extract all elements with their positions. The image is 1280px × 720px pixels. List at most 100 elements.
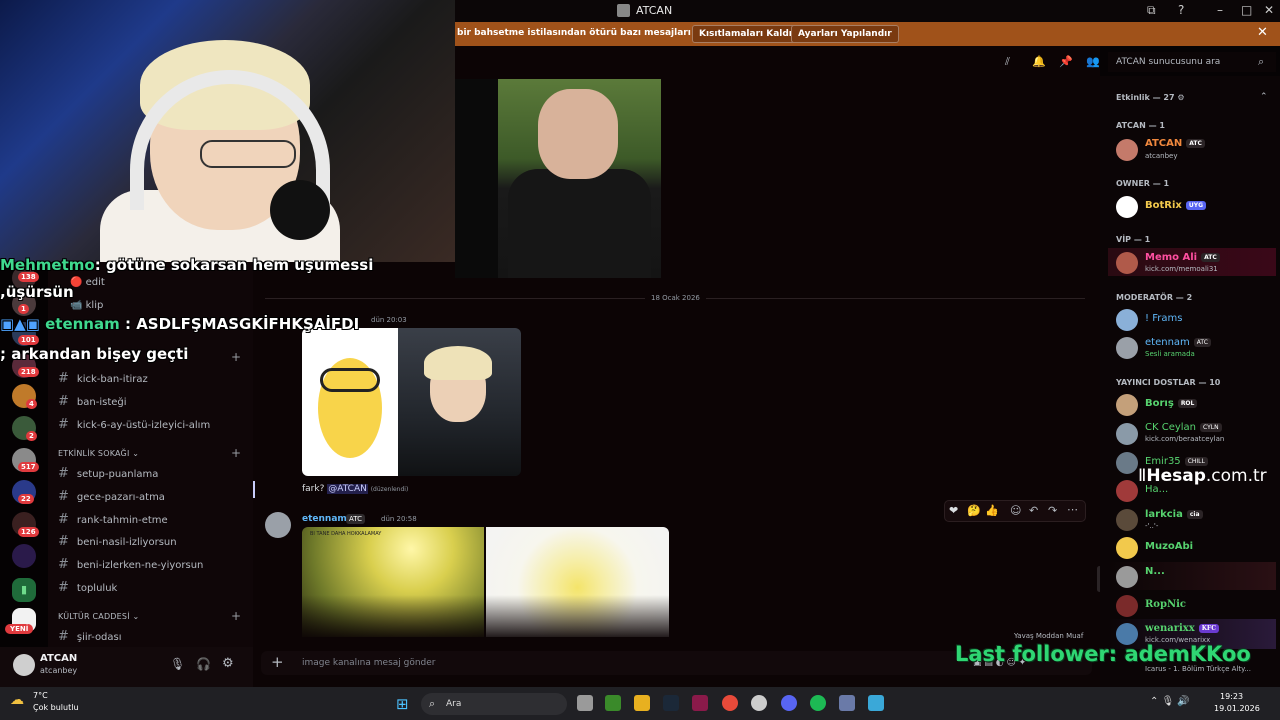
category-kultur[interactable]: KÜLTÜR CADDESİ ⌄ <box>58 612 139 621</box>
member-name[interactable]: Memo Ali ATC <box>1145 252 1220 263</box>
forward-icon[interactable]: ↷ <box>1048 504 1057 517</box>
avatar[interactable] <box>1116 595 1138 617</box>
folder-icon[interactable]: ▮ <box>12 578 36 602</box>
weather-desc[interactable]: Çok bulutlu <box>33 703 79 712</box>
activity-header[interactable]: Etkinlik — 27 ⚙ <box>1116 93 1185 102</box>
windows-start-icon[interactable]: ⊞ <box>396 695 409 713</box>
channel-ban-istegi[interactable]: # ban-isteği <box>58 394 127 409</box>
add-reaction-icon[interactable]: ☺ <box>1010 504 1021 517</box>
channel-kick-ban-itiraz[interactable]: # kick-ban-itiraz <box>58 371 148 386</box>
headphones-icon[interactable]: 🎧 <box>196 657 211 671</box>
server-search[interactable]: ATCAN sunucusunu ara ⌕ <box>1108 52 1276 72</box>
channel-setup-puanlama[interactable]: # setup-puanlama <box>58 466 158 481</box>
pin-icon[interactable]: 📌 <box>1059 55 1073 68</box>
threads-icon[interactable]: ⫽ <box>1005 55 1010 69</box>
search-input[interactable]: Ara <box>446 699 461 709</box>
server-icon[interactable] <box>12 544 36 568</box>
weather-icon[interactable]: ☁ <box>10 692 24 708</box>
avatar[interactable] <box>1116 480 1138 502</box>
channel-rank-tahmin[interactable]: # rank-tahmin-etme <box>58 512 168 527</box>
attachment-image-streamer[interactable] <box>398 328 521 476</box>
channel-kick-6-ay[interactable]: # kick-6-ay-üstü-izleyici-alım <box>58 417 210 432</box>
app-icon[interactable] <box>839 695 855 711</box>
avatar[interactable] <box>1116 337 1138 359</box>
chrome-icon[interactable] <box>722 695 738 711</box>
attachment-image-partial[interactable] <box>455 79 498 278</box>
member-name[interactable]: wenarixx KFC <box>1145 623 1219 634</box>
avatar[interactable] <box>13 654 35 676</box>
screen-share-icon[interactable]: ⧉ <box>1147 3 1156 18</box>
user-mention[interactable]: @ATCAN <box>327 484 368 494</box>
channel-siir-odasi[interactable]: # şiir-odası <box>58 629 122 644</box>
message-input[interactable]: image kanalına mesaj gönder <box>302 658 436 668</box>
file-explorer-icon[interactable] <box>634 695 650 711</box>
app-icon[interactable] <box>692 695 708 711</box>
close-window-icon[interactable]: ✕ <box>1264 3 1274 17</box>
avatar[interactable] <box>1116 452 1138 474</box>
gear-icon[interactable]: ⚙ <box>222 656 234 671</box>
spotify-icon[interactable] <box>810 695 826 711</box>
notepad-icon[interactable] <box>868 695 884 711</box>
add-channel-icon[interactable]: + <box>231 446 241 460</box>
avatar[interactable] <box>1116 423 1138 445</box>
chevron-up-icon[interactable]: ⌃ <box>1260 92 1268 102</box>
system-tray[interactable]: ⌃ 🎙 🔊 <box>1150 696 1190 707</box>
task-view-icon[interactable] <box>577 695 593 711</box>
thumbs-up-reaction-icon[interactable]: 👍 <box>985 504 999 517</box>
avatar[interactable] <box>1116 566 1138 588</box>
discord-icon[interactable] <box>781 695 797 711</box>
bell-icon[interactable]: 🔔 <box>1032 55 1046 68</box>
avatar[interactable] <box>1116 139 1138 161</box>
member-name[interactable]: Borış ROL <box>1145 398 1198 409</box>
add-channel-icon[interactable]: + <box>231 609 241 623</box>
member-name[interactable]: ! Frams <box>1145 313 1182 324</box>
minimize-icon[interactable]: – <box>1217 3 1223 17</box>
members-icon[interactable]: 👥 <box>1086 55 1100 68</box>
member-name[interactable]: larkcia cia <box>1145 509 1203 520</box>
avatar[interactable] <box>265 512 291 538</box>
avatar[interactable] <box>1116 309 1138 331</box>
more-icon[interactable]: ⋯ <box>1067 503 1078 516</box>
taskbar-search[interactable]: ⌕ Ara <box>421 693 567 715</box>
add-attachment-icon[interactable]: + <box>271 653 284 671</box>
member-name[interactable]: RopNic <box>1145 599 1186 610</box>
clock-time[interactable]: 19:23 <box>1220 692 1243 701</box>
member-name[interactable]: MuzoAbi <box>1145 541 1193 552</box>
avatar[interactable] <box>1116 196 1138 218</box>
configure-settings-button[interactable]: Ayarları Yapılandır <box>791 25 899 43</box>
obs-icon[interactable] <box>751 695 767 711</box>
channel-klip[interactable]: 📹 klip <box>70 300 103 311</box>
maximize-icon[interactable]: □ <box>1241 3 1252 17</box>
channel-gece-pazari[interactable]: # gece-pazarı-atma <box>58 489 165 504</box>
channel-beni-nasil[interactable]: # beni-nasil-izliyorsun <box>58 534 177 549</box>
close-icon[interactable]: ✕ <box>1257 25 1268 40</box>
add-channel-icon[interactable]: + <box>231 350 241 364</box>
channel-edit[interactable]: 🔴 edit <box>70 277 105 288</box>
attachment-image-chick[interactable] <box>302 328 398 476</box>
avatar[interactable] <box>1116 394 1138 416</box>
remove-restrictions-button[interactable]: Kısıtlamaları Kaldır <box>692 25 804 43</box>
thinking-reaction-icon[interactable]: 🤔 <box>967 504 981 517</box>
avatar[interactable] <box>1116 509 1138 531</box>
heart-reaction-icon[interactable]: ❤ <box>949 504 958 517</box>
attachment-image-man[interactable] <box>498 79 661 278</box>
reply-icon[interactable]: ↶ <box>1029 504 1038 517</box>
user-name[interactable]: ATCAN <box>40 653 77 664</box>
member-name[interactable]: etennam ATC <box>1145 337 1211 348</box>
weather-temp[interactable]: 7°C <box>33 691 48 700</box>
minecraft-icon[interactable] <box>605 695 621 711</box>
channel-topluluk[interactable]: # topluluk <box>58 580 117 595</box>
member-name[interactable]: CK Ceylan CYLN <box>1145 422 1222 433</box>
clock-date[interactable]: 19.01.2026 <box>1214 704 1260 713</box>
avatar[interactable] <box>1116 537 1138 559</box>
channel-beni-izlerken[interactable]: # beni-izlerken-ne-yiyorsun <box>58 557 203 572</box>
member-name[interactable]: ATCAN ATC <box>1145 138 1205 149</box>
message-author[interactable]: etennam <box>302 514 347 524</box>
category-etkinlik[interactable]: ETKİNLİK SOKAĞI ⌄ <box>58 449 139 458</box>
search-input[interactable]: ATCAN sunucusunu ara <box>1116 57 1220 67</box>
member-name[interactable]: BotRix UYG <box>1145 200 1207 211</box>
avatar[interactable] <box>1116 252 1138 274</box>
member-name[interactable]: N... <box>1145 566 1165 577</box>
steam-icon[interactable] <box>663 695 679 711</box>
help-icon[interactable]: ? <box>1178 3 1184 17</box>
